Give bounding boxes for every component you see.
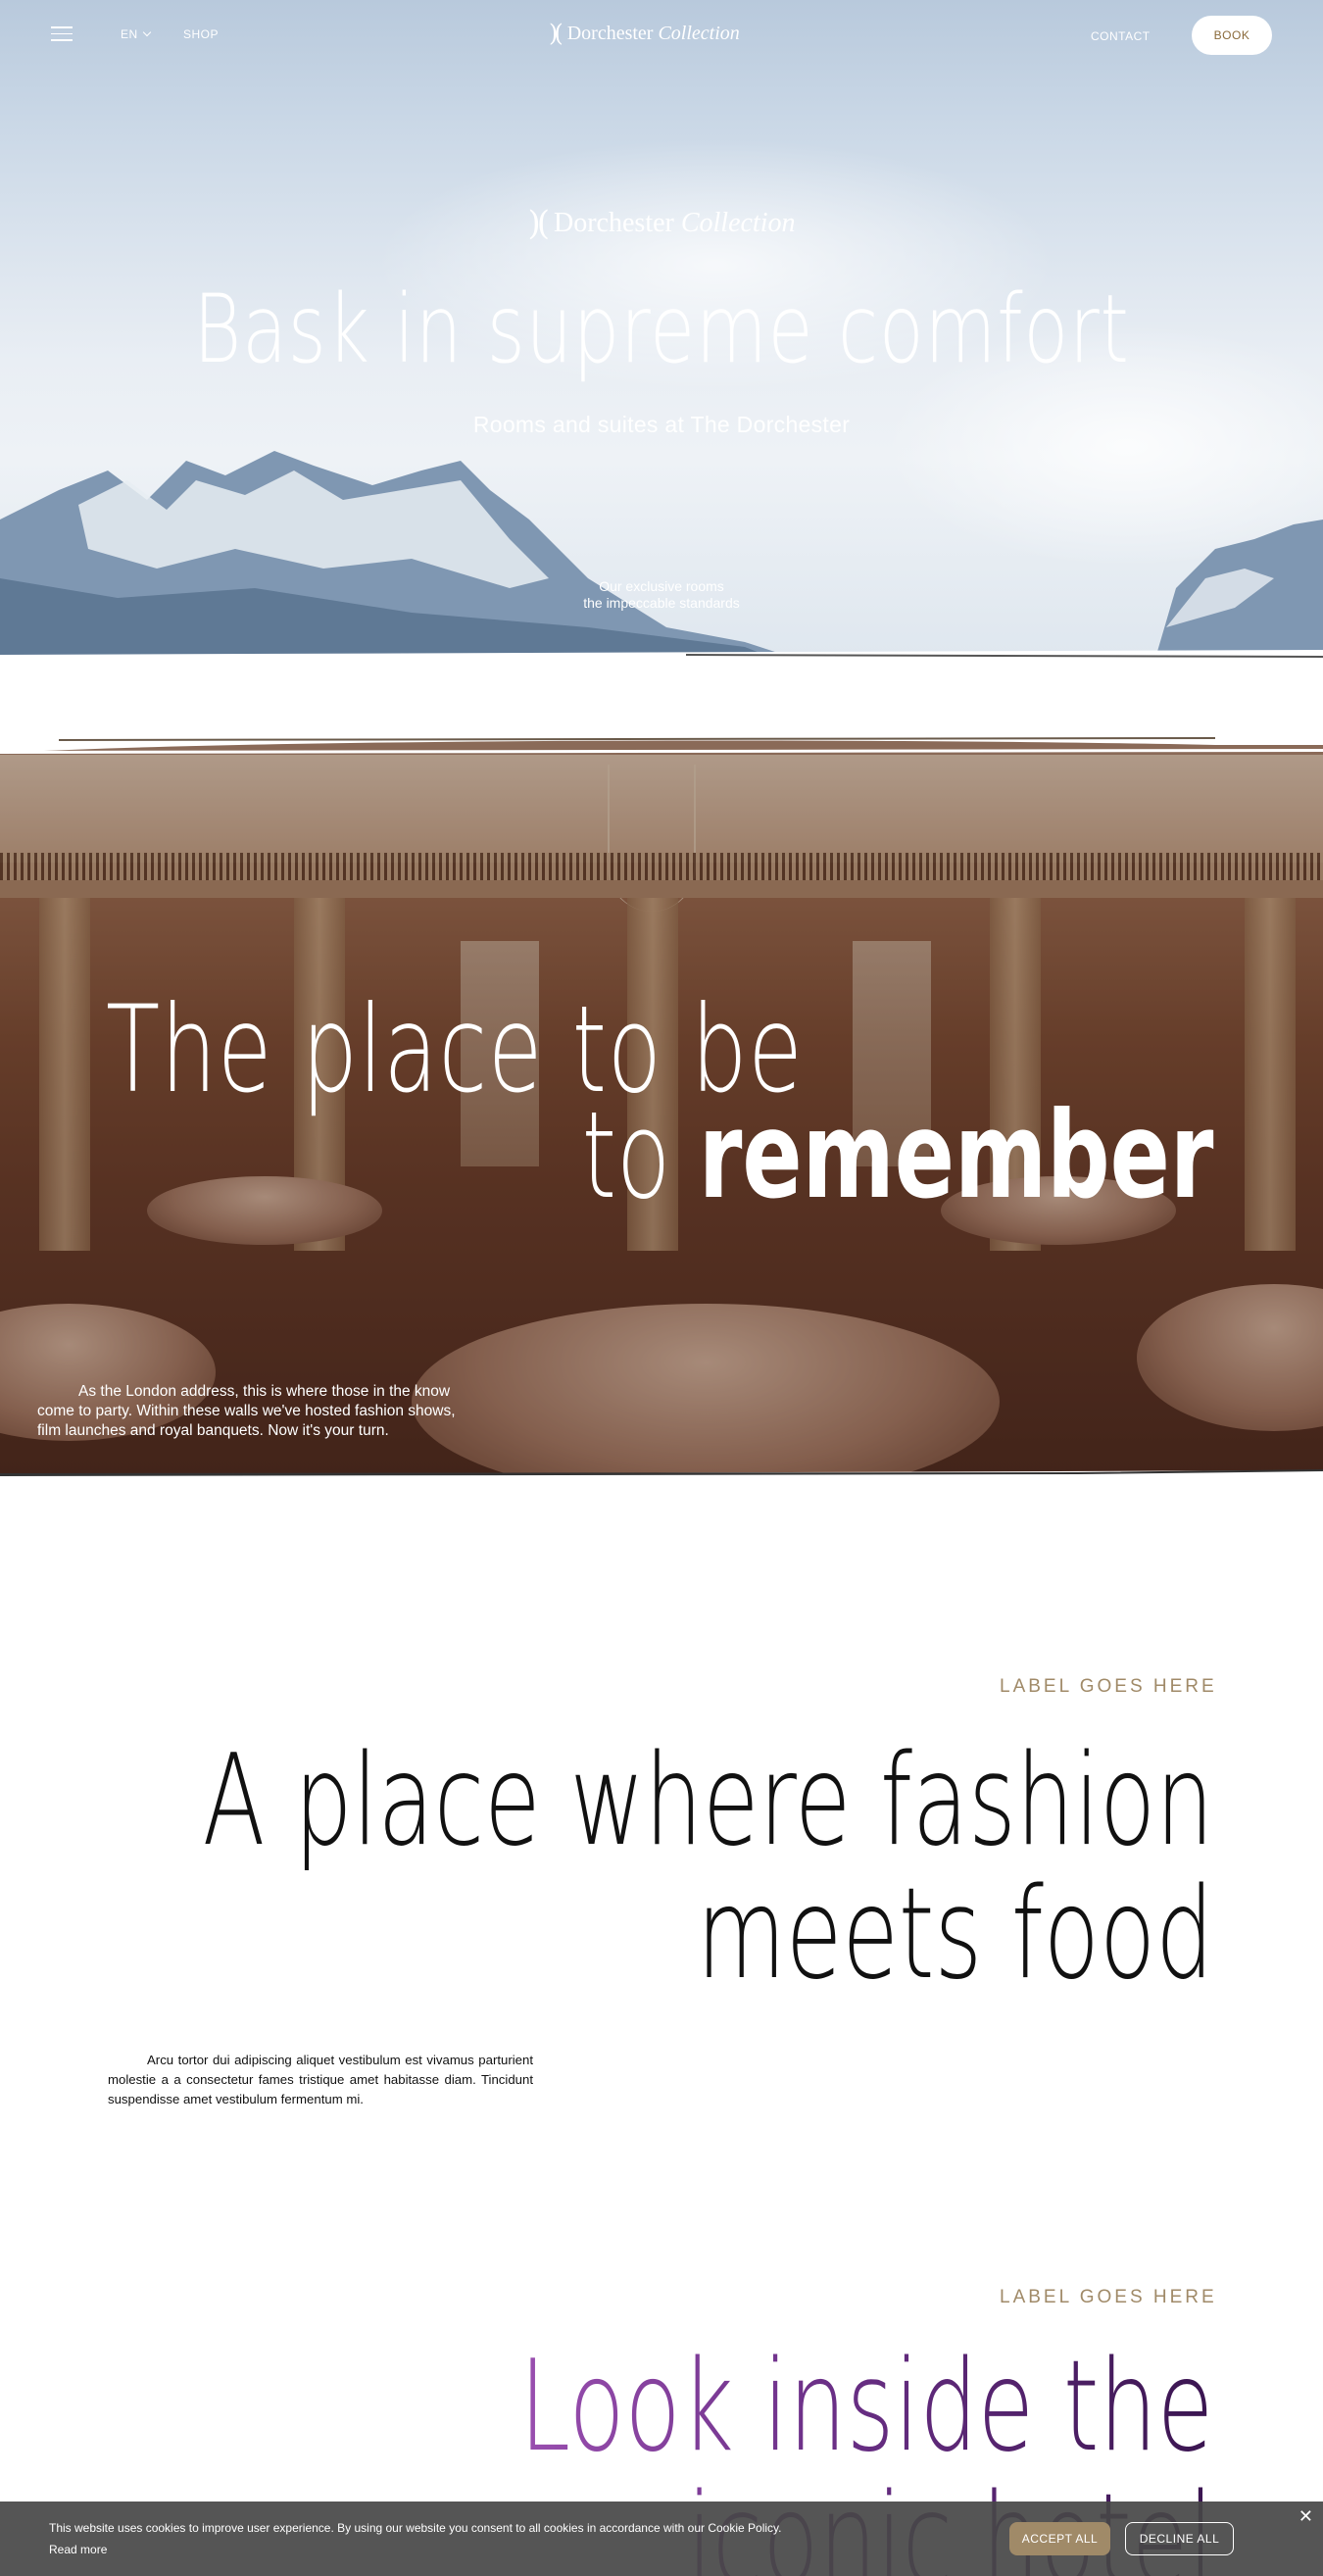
ballroom-body-text: As the London address, this is where tho… xyxy=(37,1383,456,1439)
language-selector[interactable]: EN xyxy=(121,27,151,41)
hamburger-menu-icon[interactable] xyxy=(51,26,73,42)
hero-body-text: Our exclusive rooms the impeccable stand… xyxy=(431,578,892,612)
ballroom-section: The place to be to remember As the Londo… xyxy=(0,755,1323,1475)
fashion-body-text: Arcu tortor dui adipiscing aliquet vesti… xyxy=(108,2053,533,2106)
section-label: LABEL GOES HERE xyxy=(1000,2287,1217,2307)
accept-all-button[interactable]: ACCEPT ALL xyxy=(1009,2522,1110,2555)
decline-all-button[interactable]: DECLINE ALL xyxy=(1125,2522,1234,2555)
logo-wordmark: Dorchester Collection xyxy=(554,208,795,238)
logo-mark-icon: )( xyxy=(549,20,564,47)
ballroom-title-bold: remember xyxy=(698,1086,1213,1225)
cookie-banner: This website uses cookies to improve use… xyxy=(0,2502,1323,2576)
shop-link[interactable]: SHOP xyxy=(183,27,219,41)
contact-link[interactable]: CONTACT xyxy=(1091,29,1151,43)
fashion-title-line: A place where fashion xyxy=(202,1728,1213,1874)
hero-body-line: the impeccable standards xyxy=(583,595,740,611)
brush-divider xyxy=(0,1469,1323,1486)
section-label: LABEL GOES HERE xyxy=(1000,1676,1217,1697)
hero-logo: )(Dorchester Collection xyxy=(514,204,808,247)
fashion-title-line: meets food xyxy=(696,1861,1213,2007)
ballroom-title-line2: to remember xyxy=(581,1086,1213,1225)
close-icon[interactable]: ✕ xyxy=(1298,2507,1313,2525)
ballroom-title-light: to xyxy=(581,1086,670,1225)
hero-section: EN SHOP )(Dorchester Collection CONTACT … xyxy=(0,0,1323,655)
fashion-title: A place where fashion meets food xyxy=(202,1735,1213,2002)
logo-mark-icon: )( xyxy=(527,204,549,243)
language-label: EN xyxy=(121,27,138,41)
logo-name: Dorchester xyxy=(566,22,654,44)
cookie-read-more-link[interactable]: Read more xyxy=(49,2543,107,2556)
chevron-down-icon xyxy=(142,27,151,37)
inside-title-line: Look inside the xyxy=(518,2334,1213,2480)
logo-name: Dorchester xyxy=(554,208,674,238)
top-navigation: EN SHOP )(Dorchester Collection CONTACT … xyxy=(0,0,1323,71)
hero-title: Bask in supreme comfort xyxy=(193,274,1130,384)
cookie-message: This website uses cookies to improve use… xyxy=(49,2521,782,2535)
hero-subtitle: Rooms and suites at The Dorchester xyxy=(472,412,851,437)
logo-wordmark: Dorchester Collection xyxy=(567,23,740,44)
book-button[interactable]: BOOK xyxy=(1192,16,1272,55)
brand-logo[interactable]: )(Dorchester Collection xyxy=(549,20,784,51)
logo-italic: Collection xyxy=(680,208,796,238)
hero-mountains xyxy=(0,451,1323,655)
hero-body-line: Our exclusive rooms xyxy=(599,578,724,594)
brush-divider xyxy=(0,650,1323,671)
logo-italic: Collection xyxy=(658,22,740,44)
